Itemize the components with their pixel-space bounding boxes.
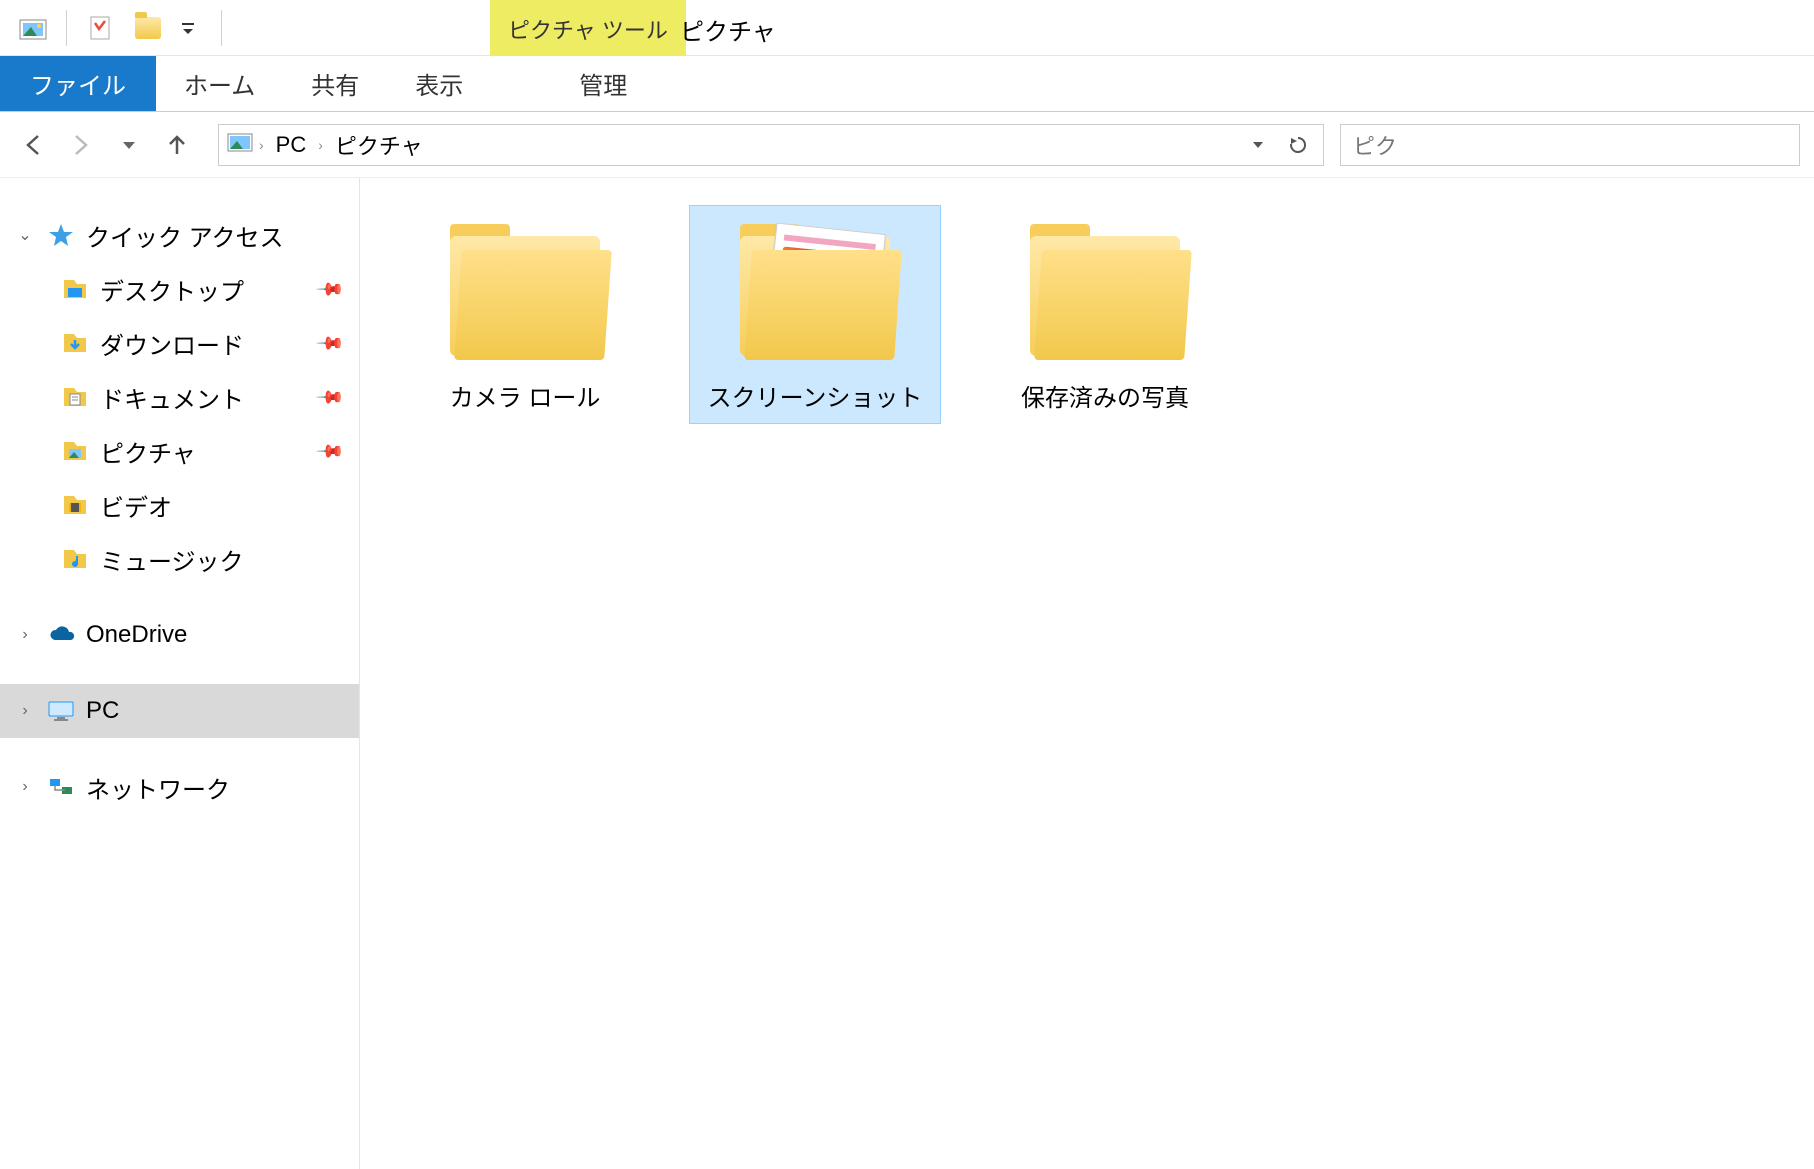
- breadcrumb-sep-icon[interactable]: ›: [318, 137, 323, 153]
- tree-label: OneDrive: [86, 621, 187, 649]
- chevron-right-icon[interactable]: ›: [14, 702, 36, 720]
- recent-locations-dropdown[interactable]: [110, 126, 148, 164]
- tree-documents[interactable]: ドキュメント 📌: [0, 370, 359, 424]
- folder-icon: [730, 216, 900, 366]
- new-folder-icon[interactable]: [133, 13, 163, 43]
- tree-videos[interactable]: ビデオ: [0, 478, 359, 532]
- quick-access-icon: [46, 220, 76, 250]
- contextual-tab-label: ピクチャ ツール: [490, 0, 686, 56]
- tree-label: デスクトップ: [100, 272, 244, 307]
- qat-customize-dropdown[interactable]: [173, 13, 203, 43]
- pin-icon: 📌: [314, 436, 345, 467]
- downloads-icon: [60, 328, 90, 358]
- location-icon: [227, 131, 253, 159]
- breadcrumb-sep-icon[interactable]: ›: [259, 137, 264, 153]
- folder-label: スクリーンショット: [708, 378, 923, 413]
- navigation-pane: ⌄ クイック アクセス デスクトップ 📌 ダウンロード 📌 ドキュメント: [0, 178, 360, 1169]
- tree-network[interactable]: › ネットワーク: [0, 760, 359, 814]
- content-pane[interactable]: カメラ ロール スクリーンショット: [360, 178, 1814, 1169]
- videos-icon: [60, 490, 90, 520]
- pictures-library-icon[interactable]: [18, 13, 48, 43]
- folder-icon: [440, 216, 610, 366]
- tree-label: ネットワーク: [86, 770, 230, 805]
- tree-label: PC: [86, 697, 119, 725]
- folder-label: カメラ ロール: [450, 378, 601, 413]
- quick-access-toolbar: [0, 0, 240, 55]
- address-bar[interactable]: › PC › ピクチャ: [218, 124, 1324, 166]
- desktop-icon: [60, 274, 90, 304]
- pin-icon: 📌: [314, 382, 345, 413]
- navigation-bar: › PC › ピクチャ ピク: [0, 112, 1814, 178]
- pictures-icon: [60, 436, 90, 466]
- chevron-down-icon[interactable]: ⌄: [14, 225, 36, 245]
- forward-button[interactable]: [62, 126, 100, 164]
- chevron-right-icon[interactable]: ›: [14, 626, 36, 644]
- folder-icon: [1020, 216, 1190, 366]
- tree-onedrive[interactable]: › OneDrive: [0, 608, 359, 662]
- tree-label: ドキュメント: [100, 380, 244, 415]
- tree-label: ダウンロード: [100, 326, 244, 361]
- up-button[interactable]: [158, 126, 196, 164]
- music-icon: [60, 544, 90, 574]
- search-box[interactable]: ピク: [1340, 124, 1800, 166]
- tree-pictures[interactable]: ピクチャ 📌: [0, 424, 359, 478]
- pin-icon: 📌: [314, 328, 345, 359]
- folder-camera-roll[interactable]: カメラ ロール: [400, 206, 650, 423]
- back-button[interactable]: [14, 126, 52, 164]
- tree-desktop[interactable]: デスクトップ 📌: [0, 262, 359, 316]
- main-area: ⌄ クイック アクセス デスクトップ 📌 ダウンロード 📌 ドキュメント: [0, 178, 1814, 1169]
- folder-saved-pictures[interactable]: 保存済みの写真: [980, 206, 1230, 423]
- tree-label: ビデオ: [100, 488, 172, 523]
- tab-view[interactable]: 表示: [387, 56, 491, 111]
- chevron-right-icon[interactable]: ›: [14, 778, 36, 796]
- folder-label: 保存済みの写真: [1021, 378, 1189, 413]
- refresh-button[interactable]: [1281, 128, 1315, 162]
- ribbon-tabs: ファイル ホーム 共有 表示 管理: [0, 56, 1814, 112]
- tree-label: クイック アクセス: [86, 218, 283, 253]
- search-placeholder: ピク: [1353, 129, 1397, 161]
- pc-icon: [46, 696, 76, 726]
- pin-icon: 📌: [314, 274, 345, 305]
- documents-icon: [60, 382, 90, 412]
- window-title: ピクチャ: [680, 12, 776, 47]
- onedrive-icon: [46, 620, 76, 650]
- breadcrumb-pictures[interactable]: ピクチャ: [329, 129, 429, 161]
- tree-label: ピクチャ: [100, 434, 196, 469]
- tab-share[interactable]: 共有: [283, 56, 387, 111]
- tab-home[interactable]: ホーム: [156, 56, 283, 111]
- tab-manage[interactable]: 管理: [551, 56, 655, 111]
- properties-icon[interactable]: [85, 13, 115, 43]
- separator: [221, 10, 222, 46]
- separator: [66, 10, 67, 46]
- tree-downloads[interactable]: ダウンロード 📌: [0, 316, 359, 370]
- network-icon: [46, 772, 76, 802]
- tree-label: ミュージック: [100, 542, 244, 577]
- tree-quick-access[interactable]: ⌄ クイック アクセス: [0, 208, 359, 262]
- tree-music[interactable]: ミュージック: [0, 532, 359, 586]
- title-bar: ピクチャ ツール ピクチャ: [0, 0, 1814, 56]
- address-dropdown-icon[interactable]: [1241, 128, 1275, 162]
- tree-pc[interactable]: › PC: [0, 684, 359, 738]
- folder-screenshots[interactable]: スクリーンショット: [690, 206, 940, 423]
- tab-file[interactable]: ファイル: [0, 56, 156, 111]
- breadcrumb-pc[interactable]: PC: [270, 132, 313, 158]
